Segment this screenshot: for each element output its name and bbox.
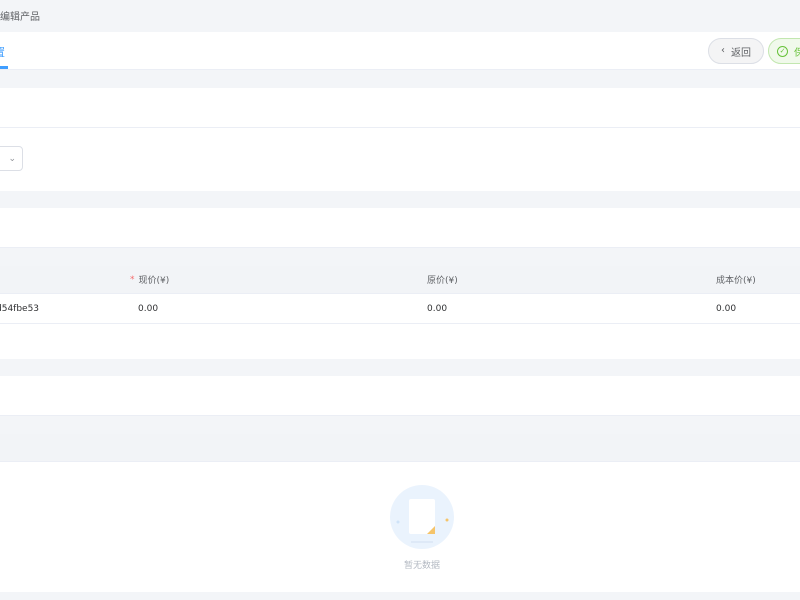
table-header [0, 434, 800, 462]
form-row [0, 376, 800, 416]
column-header-cost-price: 成本价(¥) [716, 276, 756, 286]
tab-bar: 置 ‹ 返回 ✓ 保 [0, 32, 800, 70]
tab-active-indicator [0, 66, 8, 69]
current-price-cell[interactable]: 0.00 [138, 294, 158, 323]
form-row [0, 208, 800, 248]
chevron-down-icon: ⌄ [8, 153, 16, 164]
sku-table-header: * 现价(¥) 原价(¥) 成本价(¥) [0, 266, 800, 294]
original-price-cell[interactable]: 0.00 [427, 294, 447, 323]
check-circle-icon: ✓ [777, 45, 788, 57]
empty-data-icon [390, 485, 454, 549]
empty-state: 暂无数据 [0, 462, 800, 592]
table-row: d54fbe53 0.00 0.00 0.00 [0, 294, 800, 324]
sku-cell: d54fbe53 [0, 303, 40, 314]
column-header-current-price: * 现价(¥) [130, 274, 170, 287]
breadcrumb-current: 编辑产品 [0, 12, 40, 23]
form-row [0, 324, 800, 359]
save-button-label: 保 [794, 47, 800, 59]
tab-active[interactable]: 置 [0, 44, 5, 60]
save-button[interactable]: ✓ 保 [768, 38, 800, 64]
required-asterisk: * [130, 274, 135, 285]
chevron-left-icon: ‹ [721, 45, 725, 56]
back-button-label: 返回 [731, 47, 751, 59]
select-dropdown[interactable]: ⌄ [0, 146, 23, 171]
back-button[interactable]: ‹ 返回 [708, 38, 764, 64]
column-header-original-price: 原价(¥) [427, 276, 458, 286]
empty-state-text: 暂无数据 [403, 561, 440, 571]
form-row [0, 88, 800, 128]
edit-product-page: 编辑产品 置 ‹ 返回 ✓ 保 ⌄ * 现价(¥) 原价(¥) 成本价(¥) [0, 0, 800, 600]
breadcrumb: 编辑产品 [0, 8, 40, 23]
form-row [0, 128, 800, 191]
cost-price-cell[interactable]: 0.00 [716, 294, 736, 323]
